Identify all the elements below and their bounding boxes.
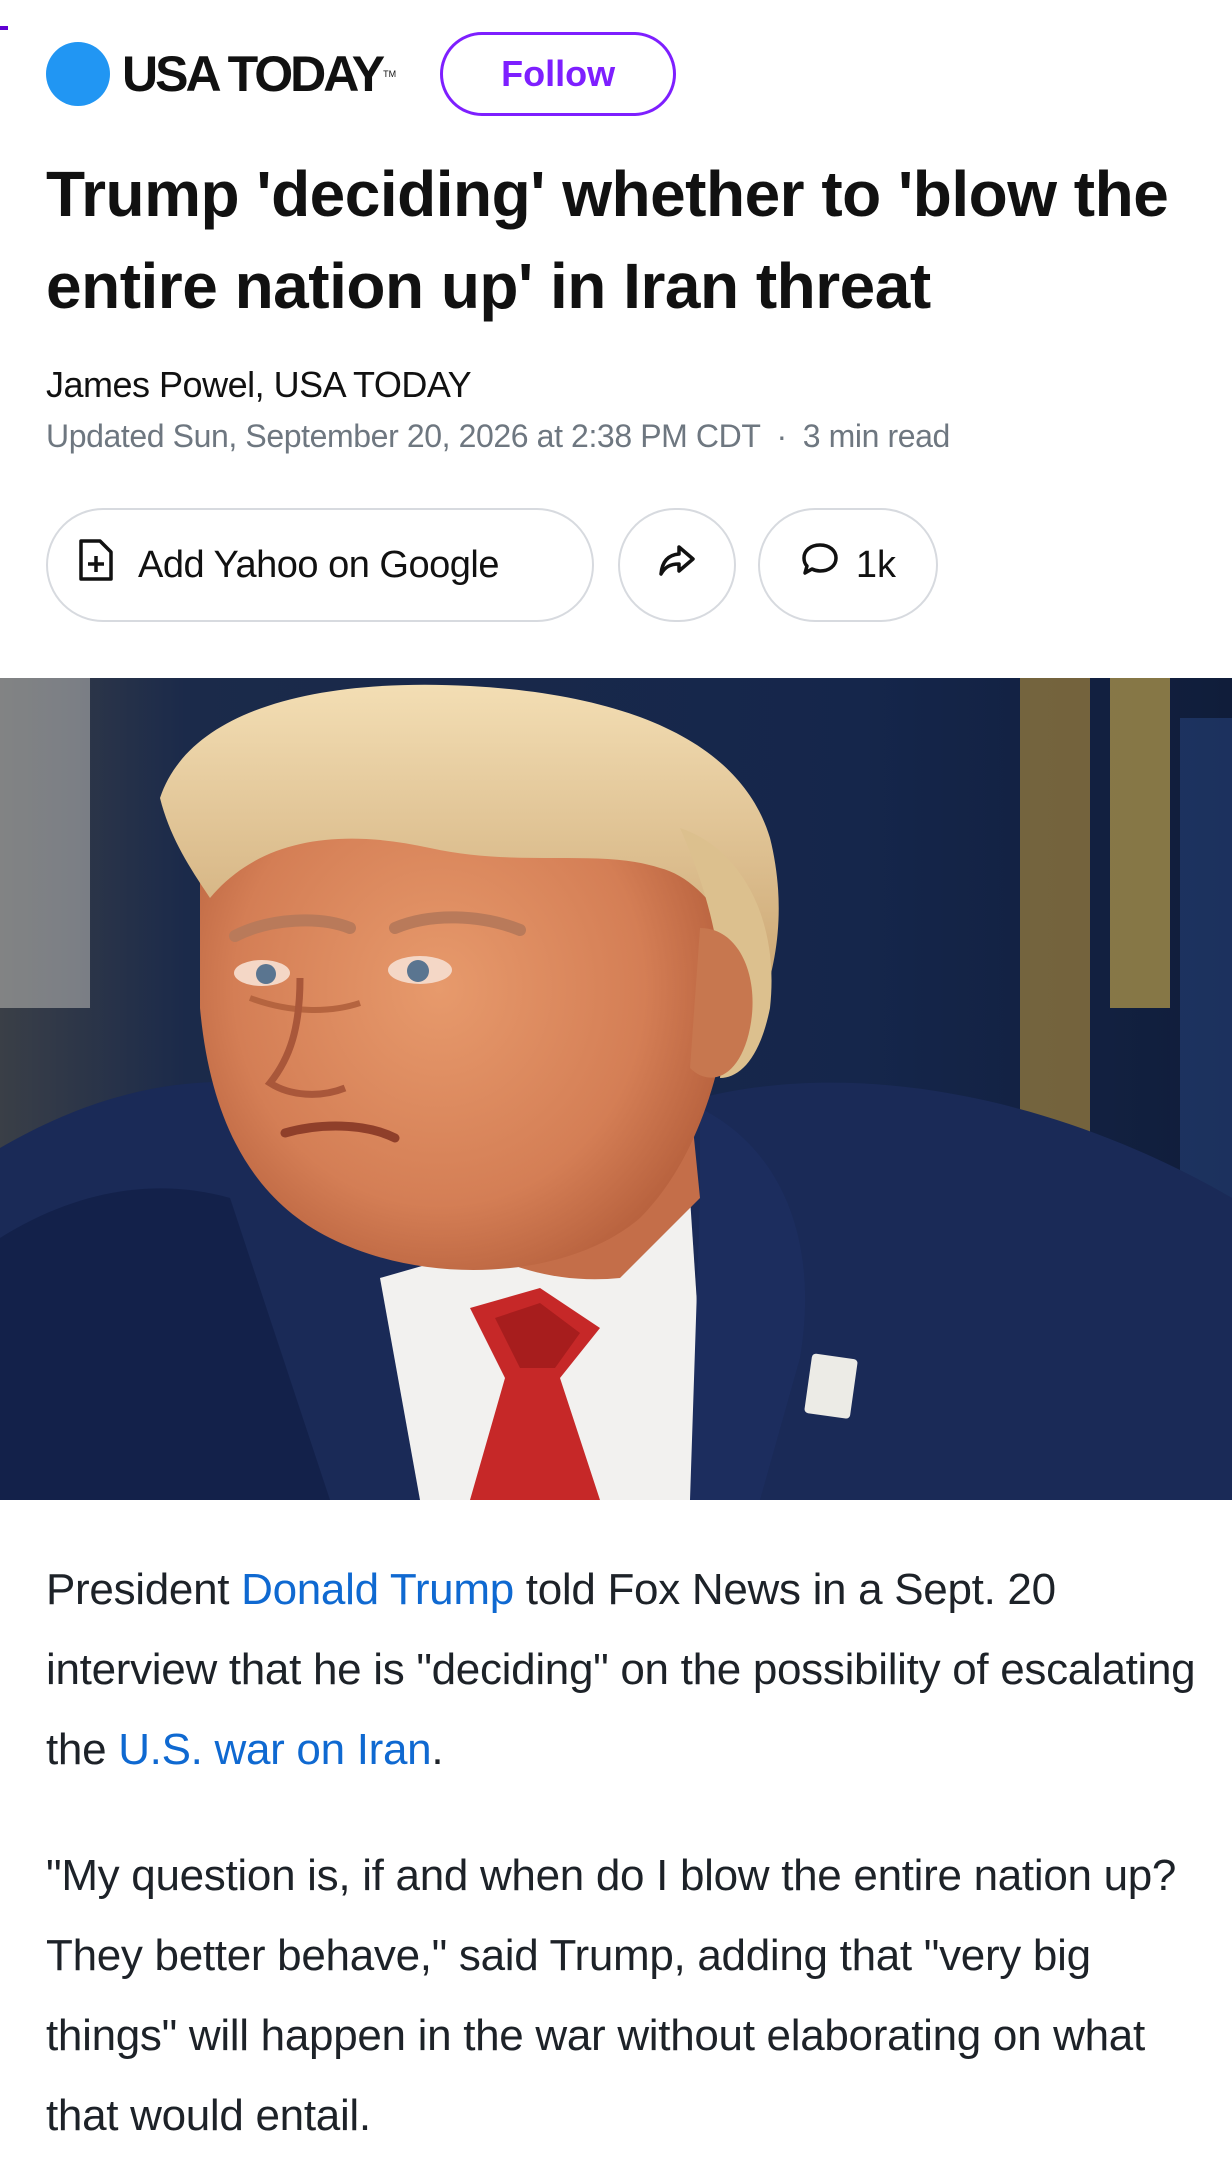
read-time: 3 min read	[802, 418, 951, 454]
usa-today-logo-icon[interactable]	[46, 42, 110, 106]
author-byline[interactable]: James Powel, USA TODAY	[46, 364, 472, 406]
paragraph-text: President	[46, 1565, 242, 1614]
article-page: USA TODAYTM Follow Trump 'deciding' whet…	[0, 0, 1232, 2168]
comment-bubble-icon	[800, 540, 840, 590]
publisher-name[interactable]: USA TODAYTM	[122, 42, 396, 106]
article-body: President Donald Trump told Fox News in …	[46, 1550, 1196, 2156]
follow-button[interactable]: Follow	[440, 32, 677, 116]
article-meta: Updated Sun, September 20, 2026 at 2:38 …	[46, 418, 950, 455]
article-headline: Trump 'deciding' whether to 'blow the en…	[46, 158, 1169, 322]
share-arrow-icon	[657, 542, 697, 588]
add-yahoo-on-google-button[interactable]: Add Yahoo on Google	[46, 508, 594, 622]
updated-timestamp: Updated Sun, September 20, 2026 at 2:38 …	[46, 418, 761, 454]
paragraph-text: .	[431, 1725, 444, 1774]
article-hero-photo[interactable]	[0, 678, 1232, 1500]
article-paragraph-1: President Donald Trump told Fox News in …	[46, 1550, 1196, 1790]
comments-button[interactable]: 1k	[758, 508, 938, 622]
us-war-on-iran-link[interactable]: U.S. war on Iran	[118, 1725, 431, 1774]
donald-trump-link[interactable]: Donald Trump	[241, 1565, 514, 1614]
article-paragraph-2: "My question is, if and when do I blow t…	[46, 1851, 1177, 2140]
publisher-header: USA TODAYTM Follow	[46, 32, 677, 116]
add-yahoo-label: Add Yahoo on Google	[138, 543, 499, 586]
share-button[interactable]	[618, 508, 736, 622]
meta-separator: ·	[776, 418, 787, 454]
progress-indicator	[0, 26, 8, 30]
comments-count: 1k	[855, 543, 897, 586]
add-document-icon	[78, 538, 114, 592]
portrait-photo-illustration	[0, 678, 1232, 1500]
article-actions: Add Yahoo on Google 1k	[46, 508, 938, 622]
